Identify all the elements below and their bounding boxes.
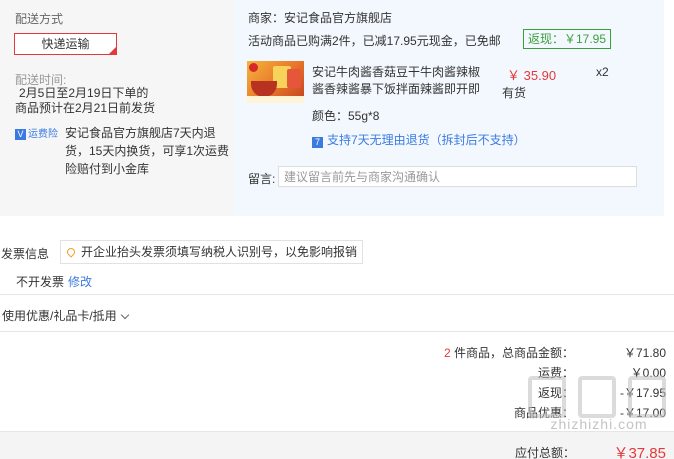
item-count: 2 xyxy=(443,346,451,360)
product-price: ￥ 35.90 xyxy=(507,68,557,83)
invoice-edit-link[interactable]: 修改 xyxy=(68,273,92,290)
shipping-fee: ￥0.00 xyxy=(630,366,666,380)
summary-discount-row: 商品优惠： -￥17.00 xyxy=(440,404,666,422)
return-policy-icon: 7 xyxy=(312,137,323,148)
rebate-badge: 返现：￥17.95 xyxy=(523,29,612,49)
shipping-time-line-2: 商品预计在2月21日前发货 xyxy=(15,101,156,115)
insurance-badge-label: 运费险 xyxy=(28,129,58,140)
shipping-method-label: 配送方式 xyxy=(15,12,64,26)
rebate-label: 返现： xyxy=(537,386,574,400)
location-pin-icon xyxy=(65,246,77,258)
product-spec: 颜色：55g*8 xyxy=(312,109,380,123)
rebate-value: -￥17.95 xyxy=(619,386,666,400)
product-image-jar-2 xyxy=(287,69,301,88)
shield-icon: V xyxy=(15,129,26,140)
message-input[interactable] xyxy=(278,166,637,187)
selected-corner-icon xyxy=(109,47,116,54)
invoice-label: 发票信息 xyxy=(1,247,50,261)
insurance-text: 安记食品官方旗舰店7天内退货，15天内换货，可享1次运费险赔付到小金库 xyxy=(65,126,230,176)
return-policy[interactable]: 7 支持7天无理由退货（拆封后不支持） xyxy=(312,131,526,148)
total-bar: 应付总额： ￥37.85 xyxy=(0,431,674,459)
express-shipping-option[interactable]: 快递运输 xyxy=(14,33,117,55)
summary-rebate-row: 返现： -￥17.95 xyxy=(440,384,666,402)
product-title-link[interactable]: 安记牛肉酱香菇豆干牛肉酱辣椒酱香辣酱暴下饭拌面辣酱即开即 xyxy=(312,64,484,98)
stock-status: 有货 xyxy=(502,86,527,100)
invoice-tip: 开企业抬头发票须填写纳税人识别号，以免影响报销 xyxy=(60,240,363,264)
item-count-text: 件商品，总商品金额： xyxy=(450,346,574,360)
coupon-label: 使用优惠/礼品卡/抵用 xyxy=(2,309,117,323)
discount-label: 商品优惠： xyxy=(513,406,574,420)
express-shipping-label: 快递运输 xyxy=(41,37,90,51)
summary-shipping-row: 运费： ￥0.00 xyxy=(440,364,666,382)
shipping-time-line-1: 2月5日至2月19日下单的 xyxy=(19,86,149,100)
promo-text: 活动商品已购满2件，已减17.95元现金，已免邮 xyxy=(248,34,501,48)
product-image-bowl xyxy=(251,81,277,97)
summary-goods-label: 2 件商品，总商品金额： xyxy=(444,344,574,361)
chevron-down-icon xyxy=(120,310,129,320)
payable-label: 应付总额： xyxy=(514,446,575,459)
seller-name: 商家：安记食品官方旗舰店 xyxy=(248,11,393,25)
invoice-value: 不开发票 xyxy=(16,275,65,289)
divider xyxy=(0,331,674,332)
coupon-toggle[interactable]: 使用优惠/礼品卡/抵用 xyxy=(2,307,129,324)
return-policy-label: 支持7天无理由退货（拆封后不支持） xyxy=(327,133,526,147)
summary-goods-row: 2 件商品，总商品金额： ￥71.80 xyxy=(440,344,666,362)
invoice-tip-text: 开企业抬头发票须填写纳税人识别号，以免影响报销 xyxy=(81,245,358,259)
product-image-badge xyxy=(249,63,258,72)
product-image-strip xyxy=(247,96,304,103)
payable-total: ￥37.85 xyxy=(613,445,666,459)
shipping-fee-label: 运费： xyxy=(537,366,574,380)
discount-value: -￥17.00 xyxy=(619,406,666,420)
goods-total: ￥71.80 xyxy=(623,346,666,360)
product-quantity: x2 xyxy=(596,65,609,79)
message-label: 留言: xyxy=(248,172,276,186)
divider xyxy=(0,294,674,295)
product-image[interactable] xyxy=(247,61,304,103)
shipping-time-value: 2月5日至2月19日下单的 商品预计在2月21日前发货 xyxy=(15,86,215,116)
insurance-badge: V 运费险 xyxy=(15,125,58,140)
